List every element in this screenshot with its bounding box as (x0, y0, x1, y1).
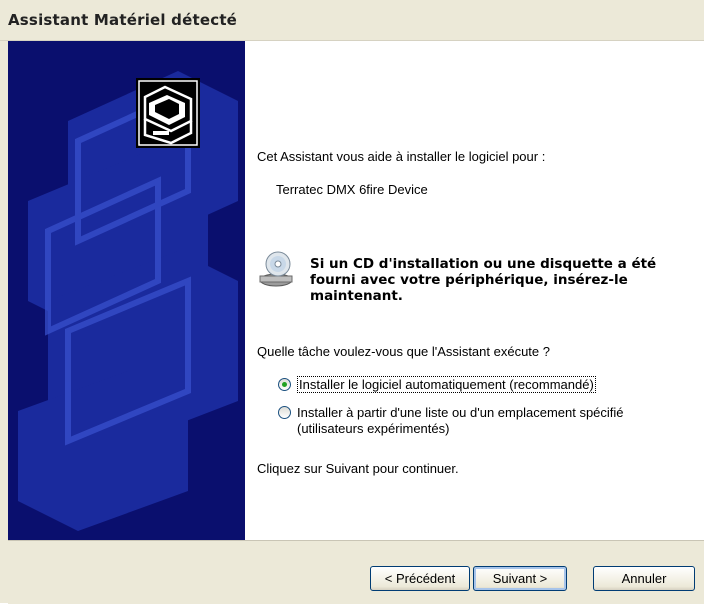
radio-auto-install[interactable] (278, 378, 291, 391)
intro-text: Cet Assistant vous aide à installer le l… (257, 149, 546, 164)
button-bar: < Précédent Suivant > Annuler (8, 540, 704, 604)
wizard-banner (8, 41, 245, 540)
task-question: Quelle tâche voulez-vous que l'Assistant… (257, 344, 550, 359)
banner-graphic (8, 41, 245, 540)
cd-message: Si un CD d'installation ou une disquette… (310, 256, 657, 304)
next-button[interactable]: Suivant > (473, 566, 567, 591)
continue-hint: Cliquez sur Suivant pour continuer. (257, 461, 459, 476)
device-name: Terratec DMX 6fire Device (276, 182, 428, 197)
cd-drive-icon (258, 250, 294, 288)
radio-manual-install[interactable] (278, 406, 291, 419)
option-manual-install-label[interactable]: Installer à partir d'une liste ou d'un e… (297, 405, 687, 437)
wizard-window: Assistant Matériel détecté Cet Assistant… (0, 0, 704, 604)
title-bar[interactable]: Assistant Matériel détecté (0, 0, 704, 41)
back-button[interactable]: < Précédent (370, 566, 470, 591)
cancel-button[interactable]: Annuler (593, 566, 695, 591)
window-title: Assistant Matériel détecté (8, 11, 238, 29)
option-auto-install-label[interactable]: Installer le logiciel automatiquement (r… (297, 376, 596, 393)
hardware-card-icon (135, 77, 201, 149)
